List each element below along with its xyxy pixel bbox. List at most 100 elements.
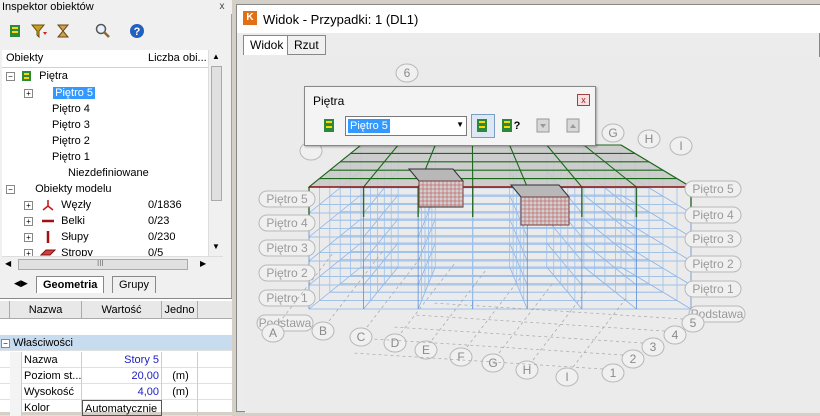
collapse-toggle[interactable]: − — [6, 72, 15, 81]
floor-select-icon[interactable] — [4, 20, 26, 42]
scroll-left-icon[interactable]: ◀ — [5, 259, 11, 268]
tree-item-floor-4[interactable]: Piętro 4 — [52, 101, 90, 117]
collapse-toggle[interactable]: − — [6, 185, 15, 194]
property-value[interactable]: 4,00 — [82, 384, 162, 400]
help-icon[interactable]: ? — [126, 20, 148, 42]
column-objects[interactable]: Obiekty — [6, 52, 43, 64]
storey-grid-line — [364, 267, 399, 309]
axis-bubble-letter-text: I — [565, 370, 568, 384]
expand-toggle[interactable]: + — [24, 201, 33, 210]
tree-item-floor-2[interactable]: Piętro 2 — [52, 133, 90, 149]
column-name[interactable]: Nazwa — [10, 301, 82, 319]
tree-item-undefined[interactable]: Niezdefiniowane — [68, 165, 149, 181]
floor-select-icon[interactable] — [317, 114, 341, 138]
scroll-thumb[interactable]: III — [18, 259, 188, 270]
filter-icon[interactable] — [28, 20, 50, 42]
axis-line — [401, 263, 455, 333]
column-unit[interactable]: Jedno — [162, 301, 198, 319]
property-name: Poziom st... — [22, 368, 82, 384]
axis-bubble-letter-text: C — [357, 330, 366, 344]
tree-item-floor-5[interactable]: + Piętro 5 — [24, 85, 95, 101]
floor-query-icon[interactable]: ? — [499, 114, 523, 138]
tree-horizontal-scrollbar[interactable]: ◀ III ▶ — [2, 256, 223, 272]
tree-item-floor-1[interactable]: Piętro 1 — [52, 149, 90, 165]
storey-grid-line — [309, 219, 361, 261]
property-row[interactable]: Nazwa Story 5 — [0, 352, 232, 368]
scroll-right-icon[interactable]: ▶ — [200, 259, 206, 268]
tree-item-label: Piętro 2 — [52, 135, 90, 147]
tab-scroll-icon[interactable]: ◀▶ — [14, 278, 28, 289]
property-value[interactable]: Story 5 — [82, 352, 162, 368]
tree-item-columns[interactable]: + Słupy 0/230 — [24, 229, 208, 245]
close-icon[interactable]: x — [577, 94, 590, 106]
axis-line — [415, 315, 665, 331]
tree-vertical-scrollbar[interactable]: ▲ ▼ — [208, 50, 223, 256]
tree-item-floor-3[interactable]: Piętro 3 — [52, 117, 90, 133]
hourglass-filter-icon[interactable] — [52, 20, 74, 42]
expand-toggle[interactable]: + — [24, 233, 33, 242]
tab-plan[interactable]: Rzut — [287, 35, 326, 55]
tree-item-beams[interactable]: + Belki 0/23 — [24, 213, 208, 229]
tree-item-label: Stropy — [61, 247, 93, 256]
tree-item-floors[interactable]: − Piętra — [6, 68, 68, 84]
property-row[interactable]: Wysokość 4,00 (m) — [0, 384, 232, 400]
scroll-down-icon[interactable]: ▼ — [212, 242, 220, 251]
property-value[interactable]: 20,00 — [82, 368, 162, 384]
column-value[interactable]: Wartość — [82, 301, 162, 319]
property-row[interactable]: Kolor Automatycznie — [0, 400, 232, 416]
tree-item-label: Słupy — [61, 231, 89, 243]
expand-toggle[interactable]: + — [24, 217, 33, 226]
property-value[interactable]: Automatycznie — [82, 400, 162, 416]
tree-item-slabs[interactable]: + Stropy 0/5 — [24, 245, 208, 256]
tab-view[interactable]: Widok — [243, 35, 290, 55]
expand-toggle[interactable]: + — [24, 89, 33, 98]
axis-line — [467, 277, 521, 347]
storey-grid-line — [364, 219, 399, 261]
axis-bubble-6-text: 6 — [404, 66, 411, 80]
axis-bubble-g-text: G — [608, 126, 617, 140]
floor-dropdown[interactable]: Piętro 5 ▼ — [345, 116, 467, 136]
tree-item-model-objects[interactable]: − Obiekty modelu — [6, 181, 112, 197]
properties-section[interactable]: − Właściwości — [0, 335, 232, 351]
axis-bubble-letter-text: E — [422, 343, 430, 357]
floor-up-icon[interactable] — [561, 114, 585, 138]
storey-grid-line — [621, 219, 691, 261]
floor-label-left-text: Piętro 5 — [266, 192, 308, 206]
storey-grid-line — [547, 267, 582, 309]
search-icon[interactable] — [92, 20, 114, 42]
properties-header: Nazwa Wartość Jedno — [0, 301, 232, 319]
chevron-down-icon[interactable]: ▼ — [456, 120, 464, 129]
property-row[interactable]: Poziom st... 20,00 (m) — [0, 368, 232, 384]
scroll-up-icon[interactable]: ▲ — [212, 52, 220, 61]
floor-down-icon[interactable] — [531, 114, 555, 138]
column-count[interactable]: Liczba obi... — [148, 52, 207, 64]
floors-panel-title: Piętra — [313, 94, 344, 108]
tree-item-count: 0/1836 — [148, 197, 182, 213]
floor-label-right-text: Piętro 3 — [692, 232, 734, 246]
axis-bubble-number-text: 1 — [610, 366, 617, 380]
storey-grid-line — [584, 219, 637, 261]
scroll-thumb[interactable] — [211, 66, 222, 201]
storey-grid-line — [418, 243, 435, 285]
floor-label-left-text: Piętro 3 — [266, 241, 308, 255]
object-tree: − Piętra + Piętro 5 Piętro 4 Piętro 3 Pi… — [2, 68, 208, 256]
inspector-close-icon[interactable]: x — [216, 1, 228, 13]
storey-grid-line — [364, 243, 399, 285]
svg-text:?: ? — [134, 26, 141, 38]
collapse-toggle[interactable]: − — [1, 339, 10, 348]
axis-bubble-letter-text: D — [391, 336, 400, 350]
storey-grid-line — [418, 219, 435, 261]
app-icon: K — [243, 11, 257, 25]
tab-groups[interactable]: Grupy — [112, 276, 156, 293]
floor-visible-icon[interactable] — [471, 114, 495, 138]
axis-bubble-h-text: H — [645, 132, 654, 146]
floor-label-right-text: Piętro 5 — [692, 182, 734, 196]
tree-item-label: Piętro 3 — [52, 119, 90, 131]
tab-geometry[interactable]: Geometria — [36, 276, 104, 293]
floor-label-left-text: Piętro 2 — [266, 266, 308, 280]
tree-item-count: 0/23 — [148, 213, 169, 229]
floor-dropdown-value: Piętro 5 — [348, 119, 390, 133]
expand-toggle[interactable]: + — [24, 249, 33, 256]
axis-line — [279, 253, 333, 323]
tree-item-nodes[interactable]: + Węzły 0/1836 — [24, 197, 208, 213]
